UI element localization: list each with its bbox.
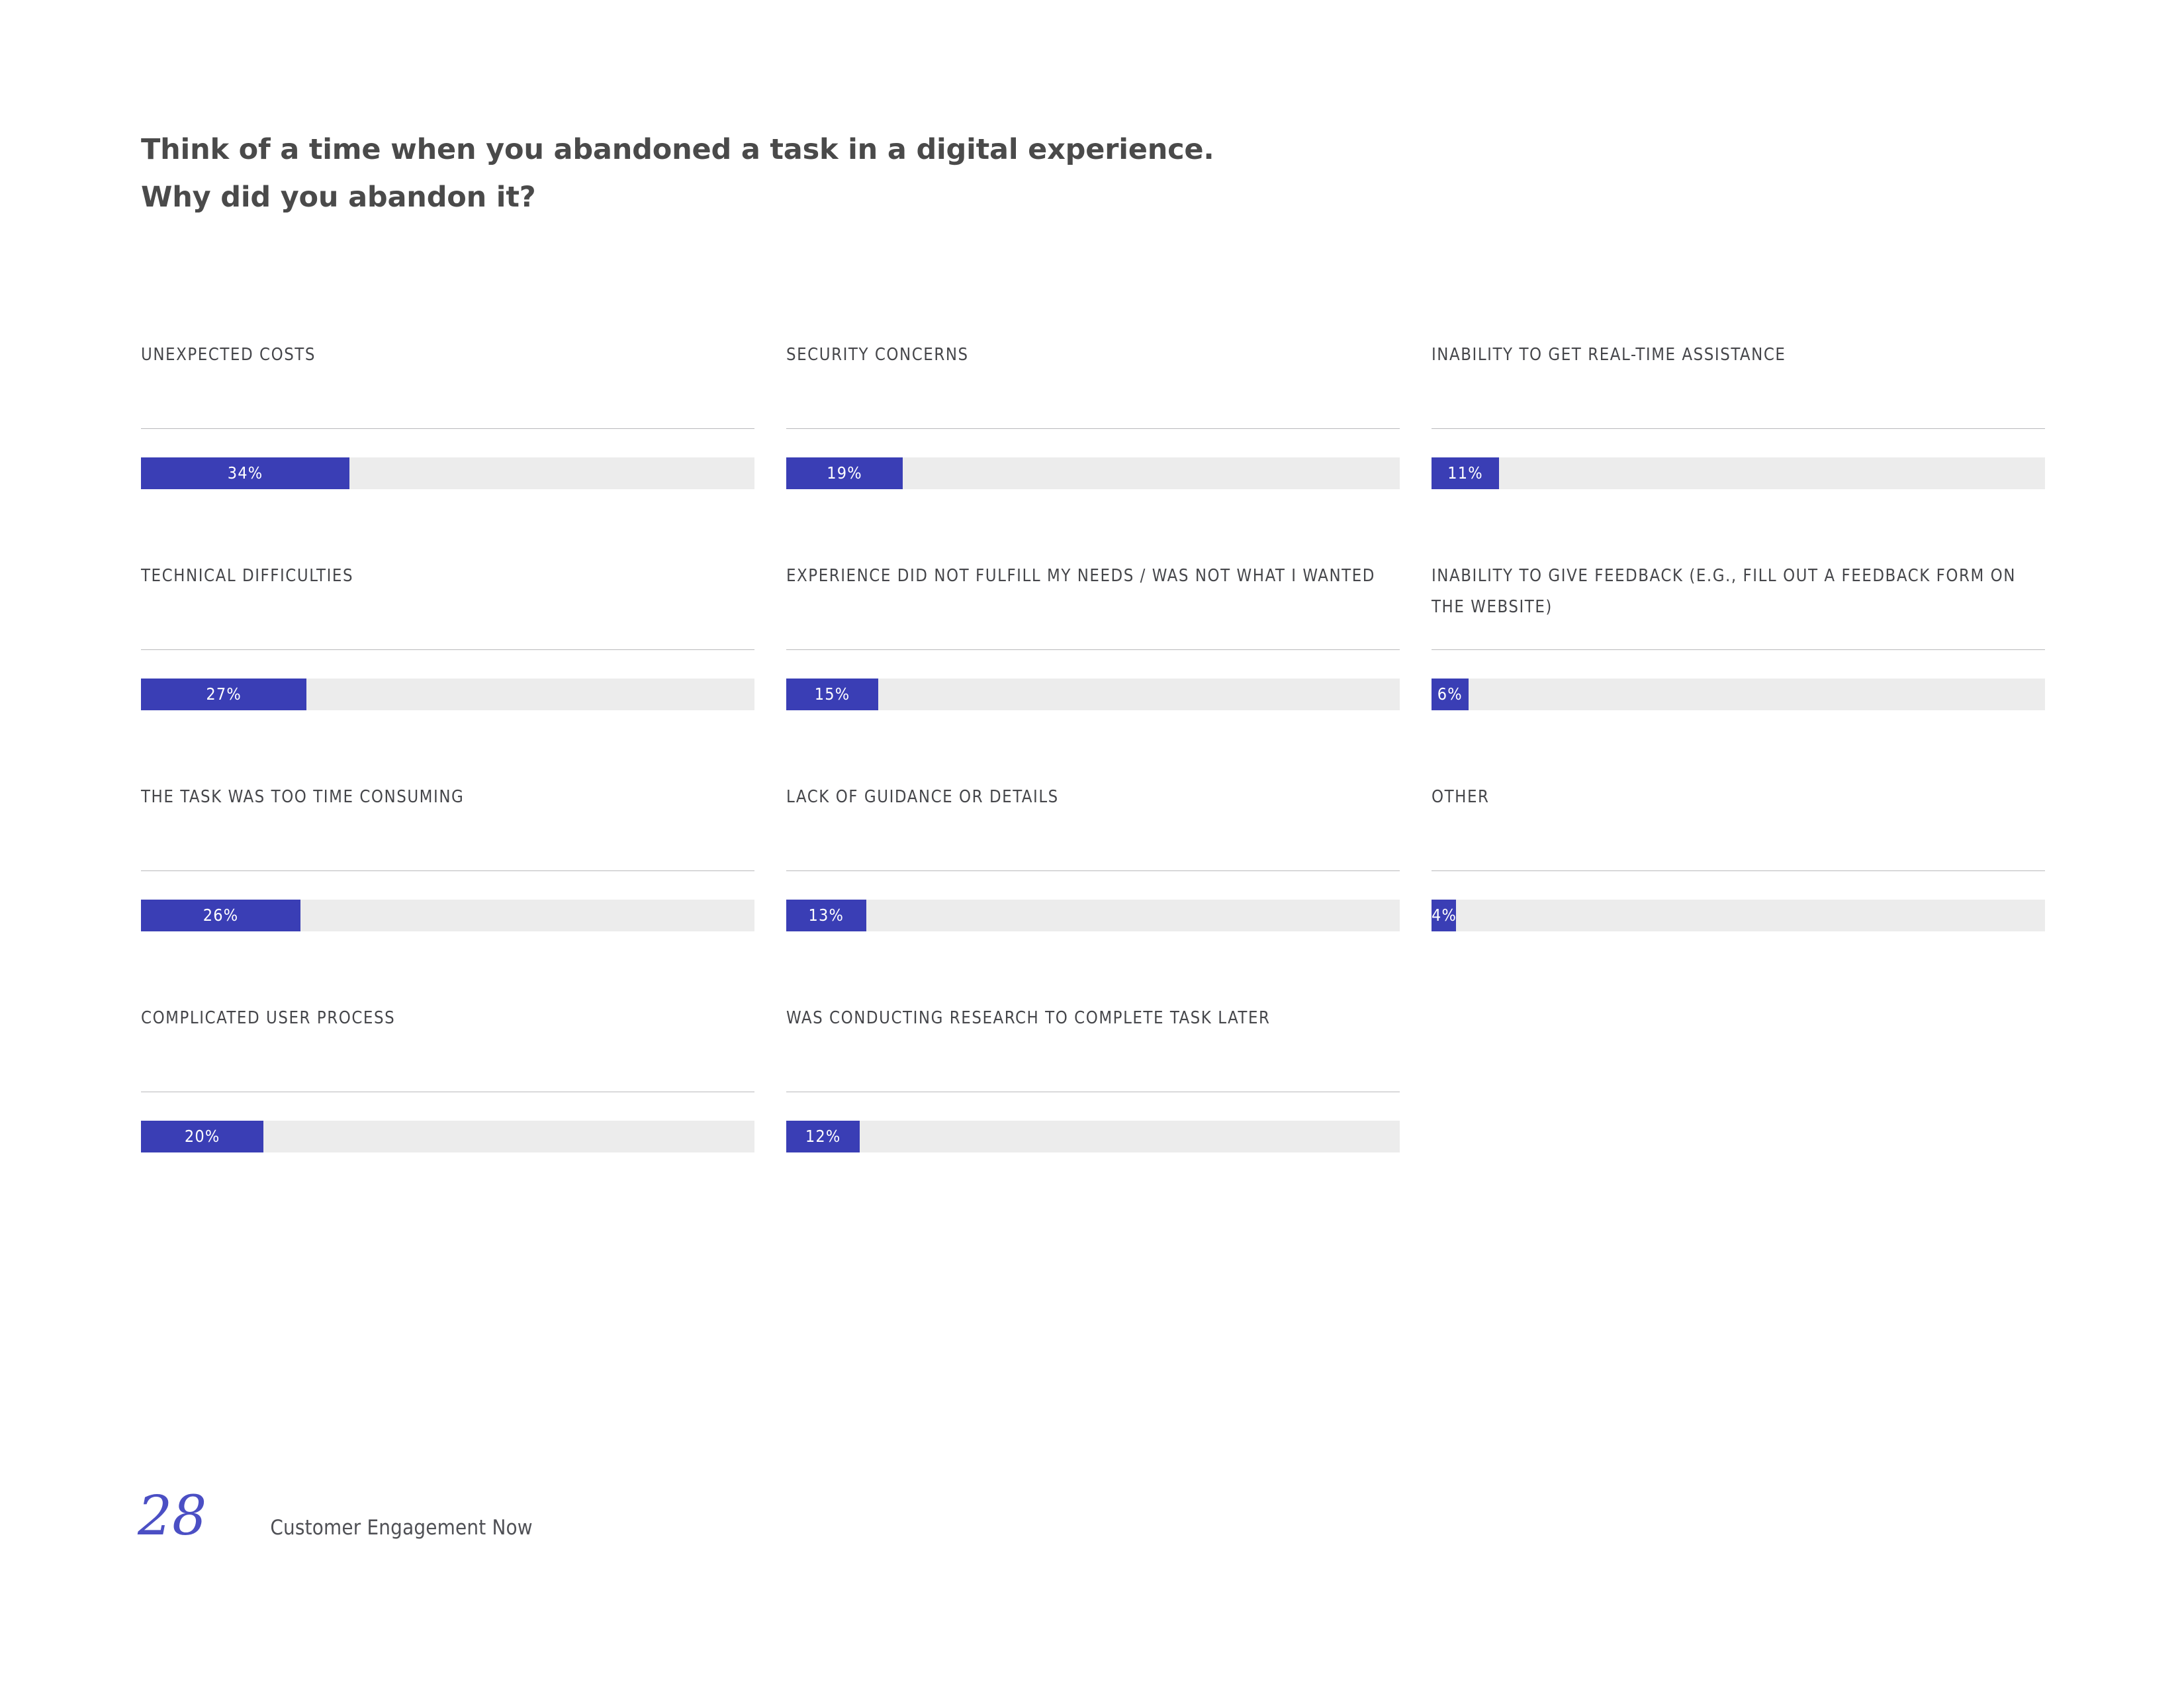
bar-fill	[141, 457, 350, 489]
page-title: Think of a time when you abandoned a tas…	[141, 126, 1729, 221]
bar-track: 20%	[141, 1121, 754, 1152]
bar-fill	[141, 679, 307, 710]
page-number: 28	[138, 1485, 207, 1548]
footer-label: Customer Engagement Now	[270, 1516, 533, 1540]
stat-cell: TECHNICAL DIFFICULTIES 27%	[141, 555, 754, 776]
divider	[786, 870, 1400, 871]
bar-fill	[1432, 457, 1499, 489]
stat-label: SECURITY CONCERNS	[786, 345, 969, 365]
divider	[1432, 428, 2045, 429]
stat-cell: THE TASK WAS TOO TIME CONSUMING 26%	[141, 776, 754, 998]
stat-label: EXPERIENCE DID NOT FULFILL MY NEEDS / WA…	[786, 566, 1375, 586]
bar-fill	[1432, 679, 1469, 710]
stat-label: LACK OF GUIDANCE OR DETAILS	[786, 787, 1059, 807]
bar-track: 4%	[1432, 900, 2045, 931]
divider	[1432, 649, 2045, 650]
bar-track: 15%	[786, 679, 1400, 710]
bar-track: 12%	[786, 1121, 1400, 1152]
stats-grid: UNEXPECTED COSTS 34% TECHNICAL DIFFICULT…	[141, 334, 2047, 1219]
bar-fill	[786, 457, 903, 489]
stat-label: INABILITY TO GET REAL-TIME ASSISTANCE	[1432, 345, 1786, 365]
page-title-line-1: Think of a time when you abandoned a tas…	[141, 133, 1214, 166]
bar-fill	[141, 900, 301, 931]
divider	[141, 870, 754, 871]
divider	[786, 649, 1400, 650]
bar-track: 19%	[786, 457, 1400, 489]
divider	[141, 649, 754, 650]
stat-cell: INABILITY TO GET REAL-TIME ASSISTANCE 11…	[1432, 334, 2045, 555]
bar-fill	[141, 1121, 264, 1152]
bar-track: 27%	[141, 679, 754, 710]
bar-fill	[786, 900, 866, 931]
bar-track: 6%	[1432, 679, 2045, 710]
stat-label: COMPLICATED USER PROCESS	[141, 1008, 396, 1028]
stats-column-1: UNEXPECTED COSTS 34% TECHNICAL DIFFICULT…	[141, 334, 754, 1219]
stat-cell: SECURITY CONCERNS 19%	[786, 334, 1400, 555]
divider	[786, 428, 1400, 429]
bar-fill	[1432, 900, 1457, 931]
stat-label: INABILITY TO GIVE FEEDBACK (E.G., FILL O…	[1432, 566, 2016, 617]
stat-label: THE TASK WAS TOO TIME CONSUMING	[141, 787, 465, 807]
bar-track: 13%	[786, 900, 1400, 931]
stat-cell: EXPERIENCE DID NOT FULFILL MY NEEDS / WA…	[786, 555, 1400, 776]
stat-cell: UNEXPECTED COSTS 34%	[141, 334, 754, 555]
stat-cell: OTHER 4%	[1432, 776, 2045, 998]
divider	[1432, 870, 2045, 871]
stat-cell: INABILITY TO GIVE FEEDBACK (E.G., FILL O…	[1432, 555, 2045, 776]
bar-track: 34%	[141, 457, 754, 489]
footer: 28 Customer Engagement Now	[138, 1489, 533, 1555]
stat-cell: LACK OF GUIDANCE OR DETAILS 13%	[786, 776, 1400, 998]
stat-label: UNEXPECTED COSTS	[141, 345, 316, 365]
stats-columns: UNEXPECTED COSTS 34% TECHNICAL DIFFICULT…	[141, 334, 2047, 1219]
stats-column-2: SECURITY CONCERNS 19% EXPERIENCE DID NOT…	[786, 334, 1400, 1219]
slide-page: Think of a time when you abandoned a tas…	[0, 0, 2184, 1688]
page-title-line-2: Why did you abandon it?	[141, 181, 536, 214]
bar-track: 11%	[1432, 457, 2045, 489]
stat-cell: WAS CONDUCTING RESEARCH TO COMPLETE TASK…	[786, 998, 1400, 1219]
divider	[141, 428, 754, 429]
stat-label: TECHNICAL DIFFICULTIES	[141, 566, 354, 586]
bar-fill	[786, 1121, 860, 1152]
stat-label: OTHER	[1432, 787, 1490, 807]
stats-column-3: INABILITY TO GET REAL-TIME ASSISTANCE 11…	[1432, 334, 2045, 1219]
stat-label: WAS CONDUCTING RESEARCH TO COMPLETE TASK…	[786, 1008, 1271, 1028]
bar-track: 26%	[141, 900, 754, 931]
bar-fill	[786, 679, 879, 710]
stat-cell: COMPLICATED USER PROCESS 20%	[141, 998, 754, 1219]
